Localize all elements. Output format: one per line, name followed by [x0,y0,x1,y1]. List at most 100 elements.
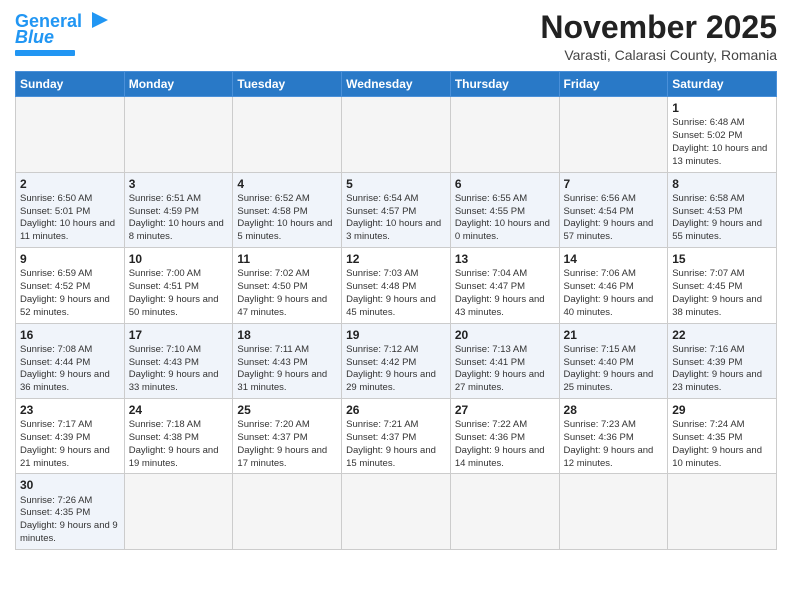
table-row: 23Sunrise: 7:17 AMSunset: 4:39 PMDayligh… [16,398,125,473]
daylight-text: Daylight: 9 hours and 33 minutes. [129,369,219,393]
sunset-text: Sunset: 4:43 PM [129,357,199,368]
day-number: 5 [346,176,446,192]
sunrise-text: Sunrise: 6:59 AM [20,268,92,279]
sunset-text: Sunset: 4:52 PM [20,281,90,292]
day-number: 7 [564,176,664,192]
table-row: 25Sunrise: 7:20 AMSunset: 4:37 PMDayligh… [233,398,342,473]
sunrise-text: Sunrise: 7:17 AM [20,419,92,430]
sunset-text: Sunset: 4:51 PM [129,281,199,292]
table-row: 11Sunrise: 7:02 AMSunset: 4:50 PMDayligh… [233,248,342,323]
daylight-text: Daylight: 9 hours and 40 minutes. [564,294,654,318]
table-row [16,97,125,172]
table-row [668,474,777,549]
calendar-week-row: 2Sunrise: 6:50 AM Sunset: 5:01 PM Daylight… [16,172,777,247]
sunrise-text: Sunrise: 7:22 AM [455,419,527,430]
table-row [342,474,451,549]
header-friday: Friday [559,72,668,97]
cell-content: 25Sunrise: 7:20 AMSunset: 4:37 PMDayligh… [237,402,337,470]
cell-content: 13Sunrise: 7:04 AMSunset: 4:47 PMDayligh… [455,251,555,319]
sunset-text: Sunset: 4:47 PM [455,281,525,292]
cell-content: 20Sunrise: 7:13 AMSunset: 4:41 PMDayligh… [455,327,555,395]
daylight-text: Daylight: 9 hours and 23 minutes. [672,369,762,393]
sunset-text: Sunset: 4:35 PM [672,432,742,443]
daylight-text: Daylight: 9 hours and 57 minutes. [564,218,654,242]
day-number: 14 [564,251,664,267]
sunset-text: Sunset: 4:37 PM [237,432,307,443]
cell-content: 3Sunrise: 6:51 AMSunset: 4:59 PMDaylight… [129,176,229,244]
daylight-text: Daylight: 9 hours and 52 minutes. [20,294,110,318]
daylight-text: Daylight: 9 hours and 38 minutes. [672,294,762,318]
sunrise-text: Sunrise: 7:07 AM [672,268,744,279]
table-row: 27Sunrise: 7:22 AMSunset: 4:36 PMDayligh… [450,398,559,473]
daylight-text: Daylight: 10 hours and 13 minutes. [672,143,767,167]
sunset-text: Sunset: 4:36 PM [564,432,634,443]
daylight-text: Daylight: 9 hours and 43 minutes. [455,294,545,318]
sunrise-text: Sunrise: 6:48 AM [672,117,744,128]
sunrise-text: Sunrise: 7:06 AM [564,268,636,279]
table-row: 9Sunrise: 6:59 AMSunset: 4:52 PMDaylight… [16,248,125,323]
day-number: 4 [237,176,337,192]
cell-content: 17Sunrise: 7:10 AM Sunset: 4:43 PMDayligh… [129,327,229,395]
table-row [450,97,559,172]
sunrise-text: Sunrise: 7:04 AM [455,268,527,279]
table-row [124,97,233,172]
day-number: 2 [20,176,120,192]
day-number: 10 [129,251,229,267]
day-number: 25 [237,402,337,418]
sunset-text: Sunset: 4:41 PM [455,357,525,368]
table-row [342,97,451,172]
sunset-text: Sunset: 4:42 PM [346,357,416,368]
day-number: 20 [455,327,555,343]
table-row [559,97,668,172]
daylight-text: Daylight: 9 hours and 14 minutes. [455,445,545,469]
cell-content: 11Sunrise: 7:02 AMSunset: 4:50 PMDayligh… [237,251,337,319]
sunset-text: Sunset: 4:50 PM [237,281,307,292]
table-row: 6Sunrise: 6:55 AMSunset: 4:55 PMDaylight… [450,172,559,247]
sunrise-text: Sunrise: 7:18 AM [129,419,201,430]
sunrise-text: Sunrise: 6:50 AM [20,193,92,204]
daylight-text: Daylight: 9 hours and 17 minutes. [237,445,327,469]
cell-content: 1Sunrise: 6:48 AMSunset: 5:02 PMDaylight… [672,100,772,168]
header-saturday: Saturday [668,72,777,97]
cell-content: 24Sunrise: 7:18 AMSunset: 4:38 PMDayligh… [129,402,229,470]
sunset-text: Sunset: 4:43 PM [237,357,307,368]
sunrise-text: Sunrise: 7:02 AM [237,268,309,279]
header-tuesday: Tuesday [233,72,342,97]
header: General Blue November 2025 Varasti, Cala… [15,10,777,63]
table-row: 8Sunrise: 6:58 AMSunset: 4:53 PMDaylight… [668,172,777,247]
sunrise-text: Sunrise: 6:58 AM [672,193,744,204]
sunrise-text: Sunrise: 7:11 AM [237,344,309,355]
sunrise-text: Sunrise: 7:21 AM [346,419,418,430]
table-row [233,474,342,549]
cell-content: 26Sunrise: 7:21 AMSunset: 4:37 PMDayligh… [346,402,446,470]
table-row: 2Sunrise: 6:50 AMSunset: 5:01 PMDaylight… [16,172,125,247]
day-number: 12 [346,251,446,267]
sunrise-text: Sunrise: 7:00 AM [129,268,201,279]
table-row: 29Sunrise: 7:24 AMSunset: 4:35 PMDayligh… [668,398,777,473]
table-row: 19Sunrise: 7:12 AMSunset: 4:42 PMDayligh… [342,323,451,398]
sunrise-text: Sunrise: 7:26 AM [20,495,92,506]
header-thursday: Thursday [450,72,559,97]
calendar-week-row: 30Sunrise: 7:26 AMSunset: 4:35 PMDayligh… [16,474,777,549]
sunset-text: Sunset: 4:44 PM [20,357,90,368]
table-row: 17Sunrise: 7:10 AM Sunset: 4:43 PMDayligh… [124,323,233,398]
table-row: 12Sunrise: 7:03 AMSunset: 4:48 PMDayligh… [342,248,451,323]
calendar-week-row: 1Sunrise: 6:48 AMSunset: 5:02 PMDaylight… [16,97,777,172]
day-number: 18 [237,327,337,343]
sunrise-text: Sunrise: 7:08 AM [20,344,92,355]
sunset-text: Sunset: 5:01 PM [20,206,90,217]
daylight-text: Daylight: 10 hours and 0 minutes. [455,218,550,242]
day-number: 17 [129,327,229,343]
sunrise-text: Sunrise: 7:10 AM [129,344,201,355]
cell-content: 14Sunrise: 7:06 AMSunset: 4:46 PMDayligh… [564,251,664,319]
sunset-text: Sunset: 4:59 PM [129,206,199,217]
day-number: 26 [346,402,446,418]
sunset-text: Sunset: 4:57 PM [346,206,416,217]
day-number: 22 [672,327,772,343]
sunset-text: Sunset: 4:39 PM [20,432,90,443]
cell-content: 28Sunrise: 7:23 AMSunset: 4:36 PMDayligh… [564,402,664,470]
logo: General Blue [15,10,112,56]
table-row: 3Sunrise: 6:51 AMSunset: 4:59 PMDaylight… [124,172,233,247]
daylight-text: Daylight: 9 hours and 31 minutes. [237,369,327,393]
day-number: 8 [672,176,772,192]
